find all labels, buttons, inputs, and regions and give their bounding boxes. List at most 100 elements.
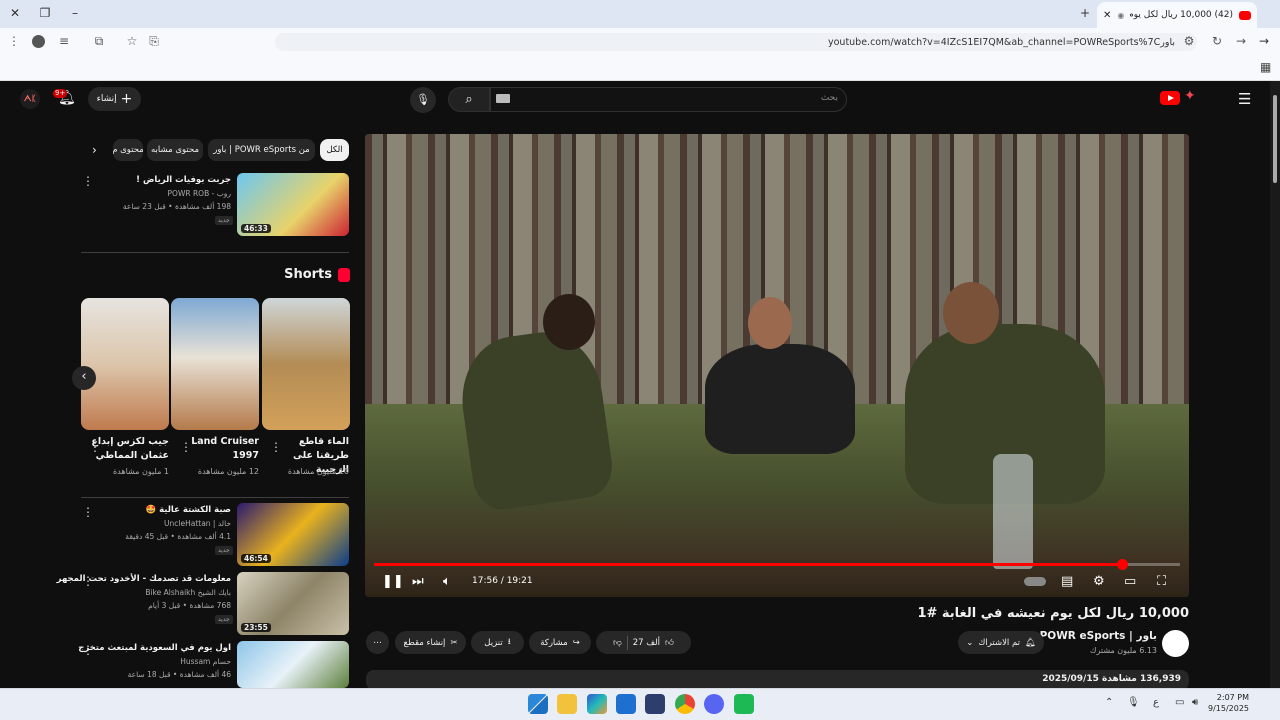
search-input[interactable] [490,87,847,112]
back-icon[interactable]: → [1256,34,1272,48]
more-options-icon[interactable]: ⋮ [82,505,94,519]
settings-gear-icon[interactable]: ⚙ [1093,574,1105,589]
video-title[interactable]: اول يوم في السعودية لمبتعث متخرج [78,643,231,653]
video-title[interactable]: جربت بوفيات الرياض ! [136,175,231,185]
more-options-icon[interactable]: ⋮ [180,440,192,454]
more-icon: ⋯ [373,637,382,648]
minimize-window-icon[interactable]: – [68,6,82,20]
voice-search-mic-icon[interactable]: 🎙︎ [410,87,436,113]
hamburger-menu-icon[interactable]: ☰ [1238,90,1251,108]
bookmark-star-icon[interactable]: ☆ [124,34,140,48]
short-thumbnail-2[interactable] [171,298,259,430]
chrome-icon[interactable] [675,694,695,714]
volume-icon[interactable]: 🔈︎ [443,574,451,589]
fullscreen-icon[interactable]: ⛶ [1157,574,1166,589]
site-settings-icon[interactable]: ⚙ [1181,34,1197,48]
apps-grid-icon[interactable]: ▦ [1260,60,1271,74]
chip-more[interactable]: محتوى م [113,139,143,161]
video-title[interactable]: صبة الكشتة عالية 🤩 [146,505,231,515]
youtube-logo[interactable] [1160,91,1180,105]
video-thumbnail[interactable]: 46:33 [237,173,349,236]
taskbar-clock[interactable]: 2:07 PM 9/15/2025 [1208,692,1249,714]
notification-badge: 9+ [53,89,68,98]
short-thumbnail-3[interactable] [81,298,169,430]
next-icon[interactable]: ⏭︎ [412,574,424,589]
like-button[interactable]: 👍︎ [665,638,674,648]
network-icon[interactable]: ▭ [1175,697,1184,708]
channel-avatar[interactable] [1162,630,1189,657]
reload-icon[interactable]: ↻ [1209,34,1225,48]
more-options-icon[interactable]: ⋮ [89,440,101,454]
subtitles-icon[interactable]: ▤ [1061,574,1073,589]
theater-mode-icon[interactable]: ▭ [1124,574,1136,589]
download-button[interactable]: ⭳ تنزيل [471,631,524,654]
dislike-button[interactable]: 👎︎ [613,638,622,648]
more-options-icon[interactable]: ⋮ [82,574,94,588]
video-channel[interactable]: خالد | UncleHattan [164,519,231,528]
briefcase-app-icon[interactable] [645,694,665,714]
chevron-down-icon: ⌄ [966,637,974,648]
share-button[interactable]: ↪ مشاركة [529,631,591,654]
close-window-icon[interactable]: ✕ [8,6,22,20]
short-title[interactable]: جيب لكزس إبداع عثمان المماطي [89,435,169,463]
tray-overflow-icon[interactable]: ⌃ [1105,697,1113,708]
close-tab-icon[interactable]: ✕ [1103,10,1111,21]
account-avatar[interactable]: ᗅᛕ [20,89,40,109]
channel-name[interactable]: باور | POWR eSports [1040,630,1157,642]
autoplay-toggle[interactable] [1024,577,1046,586]
new-tab-icon[interactable]: + [1078,6,1092,20]
progress-scrubber[interactable] [1116,559,1128,570]
install-app-icon[interactable]: ⎘ [146,34,162,49]
clip-button[interactable]: ✂ إنشاء مقطع [395,631,466,654]
video-channel[interactable]: روب - POWR ROB [168,189,231,198]
subscribed-button[interactable]: 🔔︎ تم الاشتراك ⌄ [958,631,1044,654]
water-bottle [993,454,1033,569]
video-player[interactable] [365,134,1189,597]
more-options-icon[interactable]: ⋮ [82,174,94,188]
chips-scroll-right-icon[interactable]: › [92,143,97,157]
shorts-prev-button[interactable]: ‹ [72,366,96,390]
extensions-icon[interactable]: ⧉ [91,34,107,49]
video-channel[interactable]: حسام Hussam [180,657,231,666]
more-actions-button[interactable]: ⋯ [366,631,389,654]
audio-icon[interactable]: ◉ [1117,11,1124,20]
more-options-icon[interactable]: ⋮ [270,440,282,454]
video-channel[interactable]: بايك الشيخ Bike Alshaikh [145,588,231,597]
youtube-doodle-icon[interactable]: ✦ [1184,88,1196,104]
profile-avatar[interactable] [32,35,45,48]
discord-icon[interactable] [704,694,724,714]
forward-icon[interactable]: → [1233,34,1249,48]
shorts-logo-icon [338,267,350,282]
file-explorer-icon[interactable] [557,694,577,714]
tray-mic-icon[interactable]: 🎙︎ [1127,697,1140,708]
chip-from-channel[interactable]: من POWR eSports | باور [208,139,315,161]
bell-icon: 🔔︎ [1025,637,1036,648]
pause-icon[interactable]: ❚❚ [382,574,404,589]
short-thumbnail-1[interactable] [262,298,350,430]
views-date: 136,939 مشاهدة 2025/09/15 [1042,674,1181,684]
divider [81,497,349,498]
video-meta: 4.1 ألف مشاهدة • قبل 45 دقيقة [125,532,231,541]
search-button[interactable]: ⌕ [448,87,490,112]
browser-tab[interactable]: (42) 10,000 ريال لكل يوم نعي ◉ ✕ [1097,2,1257,28]
window-app-icon[interactable] [616,694,636,714]
video-thumbnail[interactable] [237,641,349,688]
chip-related[interactable]: محتوى مشابه [147,139,203,161]
keyboard-icon[interactable] [496,94,510,103]
volume-tray-icon[interactable]: 🔊︎ [1192,697,1198,708]
chip-all[interactable]: الكل [320,139,349,161]
start-windows-icon[interactable] [528,694,548,714]
more-options-icon[interactable]: ⋮ [82,643,94,657]
download-icon: ⭳ [507,636,511,647]
language-indicator[interactable]: ع [1153,697,1159,708]
scrollbar-thumb[interactable] [1273,95,1277,183]
video-thumbnail[interactable]: 23:55 [237,572,349,635]
maximize-window-icon[interactable]: ❐ [38,6,52,20]
browser-menu-icon[interactable]: ⋮ [6,34,22,48]
create-button[interactable]: إنشاء + [88,87,141,111]
time-display: 17:56 / 19:21 [472,576,533,586]
media-control-icon[interactable]: ≡ [56,34,72,48]
video-thumbnail[interactable]: 46:54 [237,503,349,566]
green-app-icon[interactable] [734,694,754,714]
store-icon[interactable] [587,694,607,714]
